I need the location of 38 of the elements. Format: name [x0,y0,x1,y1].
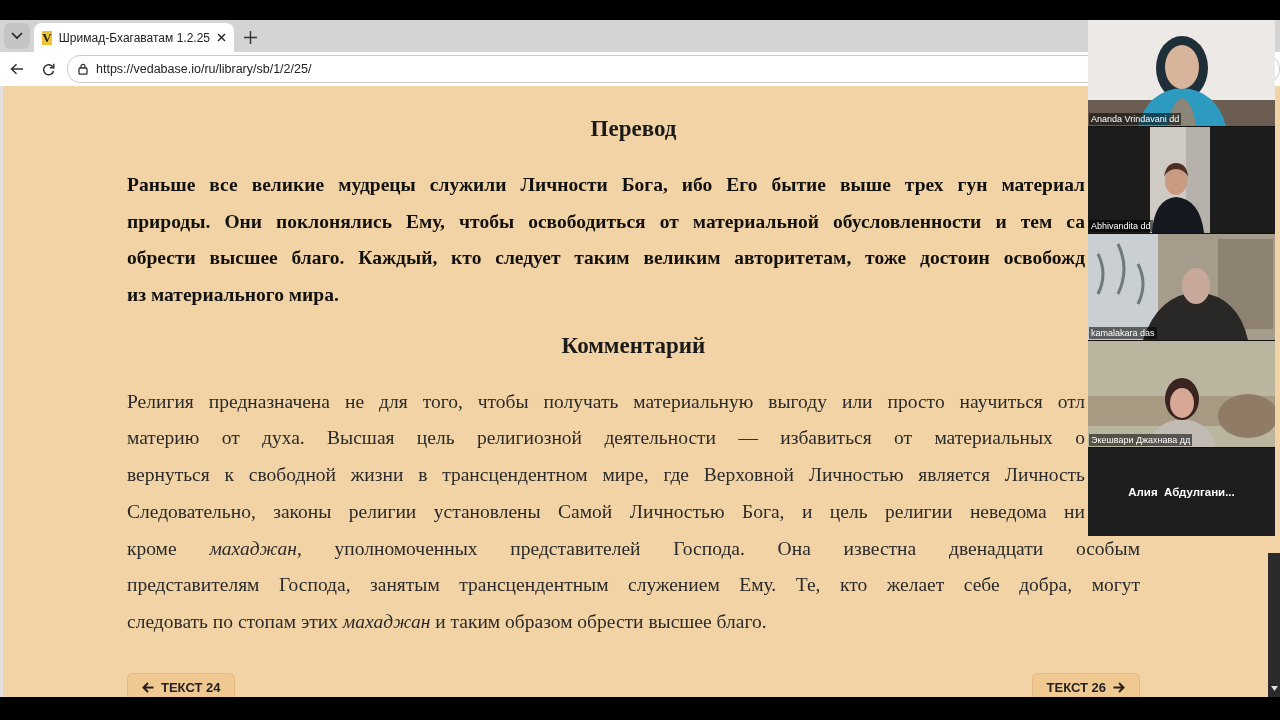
paragraph-line: природы. Они поклонялись Ему, чтобы освободиться от материальной обусловленности и тем са [127,209,1085,234]
paragraph-line: из материального мира. [127,283,339,308]
paragraph-line: материю от духа. Высшая цель религиозной деятельности — избавиться от материальных о [127,426,1085,451]
participant-tile[interactable]: Экешвари Джахнава дд [1088,341,1275,447]
participant-tile[interactable]: Алия Абдулгани... [1088,448,1275,536]
participant-name: Ananda Vrindavani dd [1089,113,1182,125]
close-icon[interactable] [217,33,226,42]
previous-text-button[interactable]: ТЕКСТ 24 [127,672,236,698]
tab-title: Шримад-Бхагаватам 1.2.25 [58,30,210,45]
paragraph-line: следовать по стопам этих махаджан и таким образом обрести высшее благо. [127,609,767,634]
section-heading: Перевод [590,115,677,143]
browser-tab[interactable]: V Шримад-Бхагаватам 1.2.25 [34,23,234,52]
arrow-right-icon [1113,681,1125,693]
paragraph-line: Раньше все великие мудрецы служили Личности Бога, ибо Его бытие выше трех гун материал [127,173,1085,197]
chevron-down-icon [11,32,23,40]
scrollbar[interactable] [1268,553,1280,697]
participant-tile[interactable]: kamalakara das [1088,234,1275,340]
paragraph-line: Следовательно, законы религии установлены Самой Личностью Бога, и цель религии неведома ни [127,499,1085,524]
arrow-left-icon [142,681,154,693]
participant-name: Abhivandita dd [1089,220,1153,232]
participant-name: Экешвари Джахнава дд [1089,434,1193,446]
lock-icon [78,63,88,75]
reload-icon[interactable] [42,62,55,76]
new-tab-icon[interactable] [244,31,257,44]
paragraph-line: Религия предназначена не для того, чтобы получать материальную выгоду или просто научиться отл [127,389,1085,414]
scroll-down-icon[interactable] [1270,686,1278,691]
paragraph-line: кроме махаджан, уполномоченных представителей Господа. Она известна двенадцати особым [127,536,1140,561]
section-heading: Комментарий [561,331,706,360]
participant-name: kamalakara das [1089,327,1157,339]
site-favicon: V [42,30,52,45]
next-text-button[interactable]: ТЕКСТ 26 [1031,672,1140,698]
back-icon[interactable] [10,63,24,75]
paragraph-line: обрести высшее благо. Каждый, кто следует таким великим авторитетам, тоже достоин освобожд [127,246,1085,271]
participant-tile[interactable]: Ananda Vrindavani dd [1088,20,1275,126]
participant-name: Алия Абдулгани... [1128,486,1235,498]
paragraph-line: представителям Господа, занятым трансцендентным служением Ему. Те, кто желает себе добра, могут [127,573,1140,598]
tab-list-button[interactable] [4,23,30,49]
paragraph-line: вернуться к свободной жизни в трансцендентном мире, где Верховной Личностью является Личность [127,463,1085,488]
